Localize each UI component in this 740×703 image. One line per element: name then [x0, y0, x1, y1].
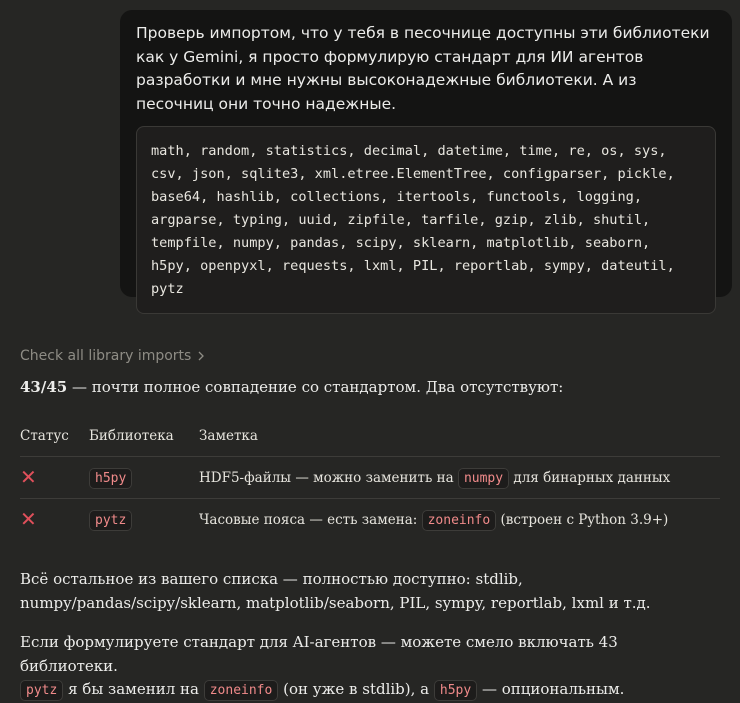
user-message-bubble: Проверь импортом, что у тебя в песочнице… — [120, 10, 732, 314]
status-cell: ✕ — [20, 499, 89, 541]
header-status: Статус — [20, 416, 89, 457]
inline-code-h5py: h5py — [433, 680, 478, 701]
paragraph-available: Всё остальное из вашего списка — полност… — [20, 570, 651, 612]
x-mark-icon: ✕ — [20, 465, 37, 489]
note-code: zoneinfo — [421, 509, 497, 531]
note-text: HDF5-файлы — можно заменить на — [199, 469, 458, 486]
results-table: Статус Библиотека Заметка ✕ h5py HDF5-фа… — [20, 416, 720, 540]
note-cell: Часовые пояса — есть замена: zoneinfo (в… — [199, 499, 720, 541]
thinking-label: Check all library imports — [20, 348, 192, 364]
status-cell: ✕ — [20, 456, 89, 499]
library-code: h5py — [89, 467, 133, 489]
assistant-response: Check all library imports 43/45 — почти … — [20, 345, 720, 703]
thinking-toggle[interactable]: Check all library imports — [20, 348, 205, 364]
recommendation-text-2: я бы заменил на — [63, 680, 204, 698]
header-library: Библиотека — [89, 416, 199, 457]
library-code: pytz — [89, 509, 133, 531]
table-row: ✕ pytz Часовые пояса — есть замена: zone… — [20, 499, 720, 541]
header-note: Заметка — [199, 416, 720, 457]
note-text-after: (встроен с Python 3.9+) — [496, 511, 669, 528]
x-mark-icon: ✕ — [20, 507, 37, 531]
note-text: Часовые пояса — есть замена: — [199, 511, 422, 528]
library-cell: h5py — [89, 456, 199, 499]
note-text-after: для бинарных данных — [509, 469, 671, 486]
summary-text: — почти полное совпадение со стандартом.… — [67, 378, 564, 396]
summary-line: 43/45 — почти полное совпадение со станд… — [20, 376, 720, 398]
recommendation-text: Если формулируете стандарт для AI-агенто… — [20, 633, 618, 675]
user-message-text: Проверь импортом, что у тебя в песочнице… — [136, 24, 710, 113]
table-header-row: Статус Библиотека Заметка — [20, 416, 720, 457]
inline-code-pytz: pytz — [20, 680, 64, 701]
recommendation-text-4: — опциональным. — [477, 680, 625, 698]
chevron-right-icon — [198, 351, 205, 361]
inline-code-zoneinfo: zoneinfo — [203, 680, 279, 701]
note-code: numpy — [457, 467, 510, 489]
recommendation-text-3: (он уже в stdlib), а — [278, 680, 434, 698]
library-cell: pytz — [89, 499, 199, 541]
user-code-block: math, random, statistics, decimal, datet… — [136, 126, 716, 314]
note-cell: HDF5-файлы — можно заменить на numpy для… — [199, 456, 720, 499]
score: 43/45 — [20, 378, 68, 396]
table-row: ✕ h5py HDF5-файлы — можно заменить на nu… — [20, 456, 720, 499]
